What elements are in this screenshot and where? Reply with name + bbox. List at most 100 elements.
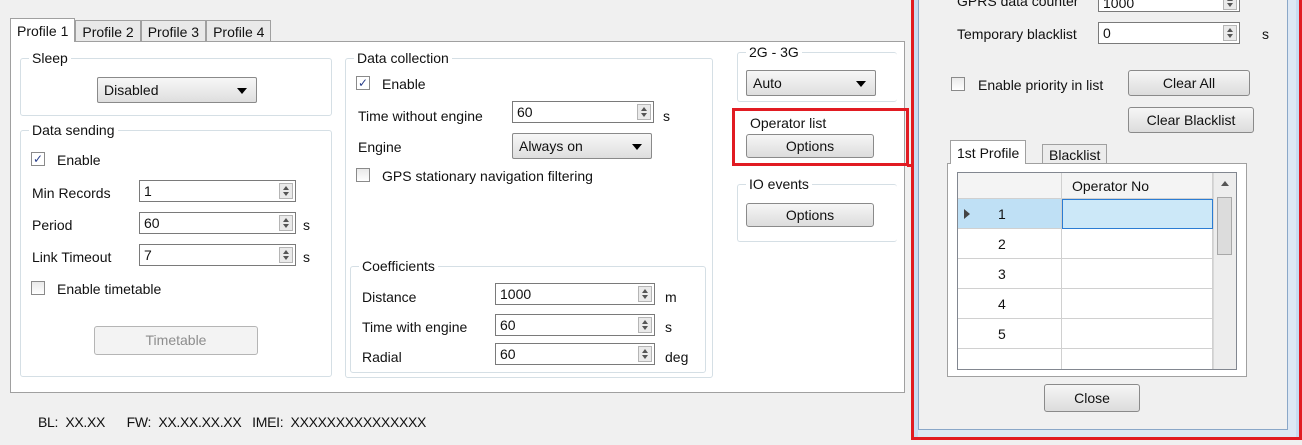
chevron-down-icon bbox=[632, 144, 642, 150]
network-value: Auto bbox=[753, 75, 782, 91]
spin-arrows-icon[interactable] bbox=[1223, 25, 1237, 41]
distance-value: 1000 bbox=[500, 286, 532, 302]
spin-arrows-icon[interactable] bbox=[279, 183, 293, 199]
table-cell[interactable] bbox=[1062, 289, 1213, 319]
radial-input[interactable]: 60 bbox=[495, 343, 655, 365]
engine-value: Always on bbox=[519, 138, 583, 154]
row-number: 1 bbox=[998, 206, 1006, 222]
table-cell[interactable] bbox=[1062, 259, 1213, 289]
row-number: 3 bbox=[998, 266, 1006, 282]
fw-value: XX.XX.XX.XX bbox=[158, 414, 242, 430]
vertical-scrollbar[interactable] bbox=[1213, 173, 1236, 369]
priority-checkbox[interactable] bbox=[951, 77, 965, 91]
sleep-legend: Sleep bbox=[29, 49, 71, 67]
clear-blacklist-button[interactable]: Clear Blacklist bbox=[1128, 107, 1254, 133]
radial-value: 60 bbox=[500, 346, 516, 362]
spin-arrows-icon[interactable] bbox=[279, 247, 293, 263]
network-select[interactable]: Auto bbox=[746, 70, 876, 96]
enable-timetable-checkbox[interactable] bbox=[31, 281, 45, 295]
spin-arrows-icon[interactable] bbox=[638, 286, 652, 302]
grid-corner bbox=[958, 173, 1062, 199]
spin-arrows-icon[interactable] bbox=[638, 317, 652, 333]
tab-profile-1[interactable]: Profile 1 bbox=[10, 18, 76, 42]
link-timeout-value: 7 bbox=[144, 247, 152, 263]
time-without-engine-value: 60 bbox=[517, 104, 533, 120]
distance-unit: m bbox=[665, 289, 677, 305]
spin-arrows-icon[interactable] bbox=[279, 215, 293, 231]
distance-input[interactable]: 1000 bbox=[495, 283, 655, 305]
time-with-engine-value: 60 bbox=[500, 317, 516, 333]
time-with-engine-input[interactable]: 60 bbox=[495, 314, 655, 336]
clear-all-button[interactable]: Clear All bbox=[1128, 70, 1250, 96]
temp-blacklist-label: Temporary blacklist bbox=[957, 26, 1077, 42]
temp-blacklist-input[interactable]: 0 bbox=[1098, 22, 1240, 44]
link-timeout-input[interactable]: 7 bbox=[139, 244, 296, 266]
scroll-up-icon[interactable] bbox=[1221, 181, 1229, 186]
min-records-input[interactable]: 1 bbox=[139, 180, 296, 202]
io-events-options-button[interactable]: Options bbox=[746, 203, 874, 227]
period-label: Period bbox=[32, 217, 73, 233]
row-header[interactable]: 5 bbox=[958, 319, 1062, 349]
engine-select[interactable]: Always on bbox=[512, 133, 652, 159]
operator-list-legend: Operator list bbox=[747, 114, 830, 132]
io-events-legend: IO events bbox=[746, 175, 812, 193]
imei-label: IMEI: bbox=[252, 414, 284, 430]
gps-filter-checkbox[interactable] bbox=[356, 168, 370, 182]
table-cell[interactable] bbox=[1062, 229, 1213, 259]
row-number: 4 bbox=[998, 296, 1006, 312]
tab-profile-2[interactable]: Profile 2 bbox=[75, 20, 141, 42]
row-number: 2 bbox=[998, 236, 1006, 252]
priority-label: Enable priority in list bbox=[978, 77, 1104, 93]
data-collection-enable-label: Enable bbox=[382, 76, 426, 92]
timetable-button[interactable]: Timetable bbox=[94, 326, 258, 355]
data-collection-enable-checkbox[interactable]: ✓ bbox=[356, 76, 370, 90]
tab-profile-4[interactable]: Profile 4 bbox=[206, 20, 272, 42]
network-legend: 2G - 3G bbox=[746, 43, 802, 61]
data-sending-enable-checkbox[interactable]: ✓ bbox=[31, 152, 45, 166]
time-without-engine-label: Time without engine bbox=[358, 108, 483, 124]
table-cell[interactable] bbox=[1062, 319, 1213, 349]
distance-label: Distance bbox=[362, 289, 417, 305]
spin-arrows-icon[interactable] bbox=[637, 104, 651, 120]
time-without-engine-unit: s bbox=[663, 108, 670, 124]
link-timeout-label: Link Timeout bbox=[32, 249, 112, 265]
period-input[interactable]: 60 bbox=[139, 212, 296, 234]
enable-timetable-label: Enable timetable bbox=[57, 281, 162, 297]
time-without-engine-input[interactable]: 60 bbox=[512, 101, 654, 123]
tab-blacklist[interactable]: Blacklist bbox=[1042, 144, 1108, 164]
row-header[interactable]: 3 bbox=[958, 259, 1062, 289]
gps-filter-label: GPS stationary navigation filtering bbox=[382, 168, 593, 184]
close-button[interactable]: Close bbox=[1044, 384, 1140, 412]
operator-list-options-button[interactable]: Options bbox=[746, 134, 874, 158]
gprs-counter-input[interactable]: 1000 bbox=[1098, 0, 1240, 12]
temp-blacklist-value: 0 bbox=[1103, 25, 1111, 41]
tab-profile-3[interactable]: Profile 3 bbox=[140, 20, 207, 42]
data-sending-enable-label: Enable bbox=[57, 152, 101, 168]
table-cell[interactable] bbox=[1062, 349, 1213, 369]
sleep-select[interactable]: Disabled bbox=[97, 77, 257, 103]
data-sending-legend: Data sending bbox=[29, 121, 118, 139]
data-collection-legend: Data collection bbox=[354, 49, 452, 67]
min-records-value: 1 bbox=[144, 183, 152, 199]
row-header[interactable]: 2 bbox=[958, 229, 1062, 259]
chevron-down-icon bbox=[856, 81, 866, 87]
table-cell[interactable] bbox=[1062, 199, 1213, 229]
scrollbar-thumb[interactable] bbox=[1217, 197, 1232, 255]
spin-arrows-icon[interactable] bbox=[638, 346, 652, 362]
row-header[interactable] bbox=[958, 349, 1062, 369]
coefficients-legend: Coefficients bbox=[359, 257, 438, 275]
status-bar: BL: XX.XX FW: XX.XX.XX.XX IMEI: XXXXXXXX… bbox=[38, 414, 426, 430]
engine-label: Engine bbox=[358, 139, 402, 155]
row-header[interactable]: 4 bbox=[958, 289, 1062, 319]
time-with-engine-unit: s bbox=[665, 319, 672, 335]
tab-1st-profile[interactable]: 1st Profile bbox=[950, 140, 1027, 164]
row-header[interactable]: 1 bbox=[958, 199, 1062, 229]
operator-grid: Operator No 1 2 3 4 5 bbox=[957, 172, 1237, 370]
column-header-operator-no[interactable]: Operator No bbox=[1062, 173, 1213, 199]
spin-arrows-icon[interactable] bbox=[1223, 0, 1237, 10]
dialog-border-bottom bbox=[918, 430, 1296, 437]
radial-label: Radial bbox=[362, 349, 402, 365]
time-with-engine-label: Time with engine bbox=[362, 319, 468, 335]
bl-value: XX.XX bbox=[65, 414, 106, 430]
row-pointer-icon bbox=[964, 209, 970, 219]
